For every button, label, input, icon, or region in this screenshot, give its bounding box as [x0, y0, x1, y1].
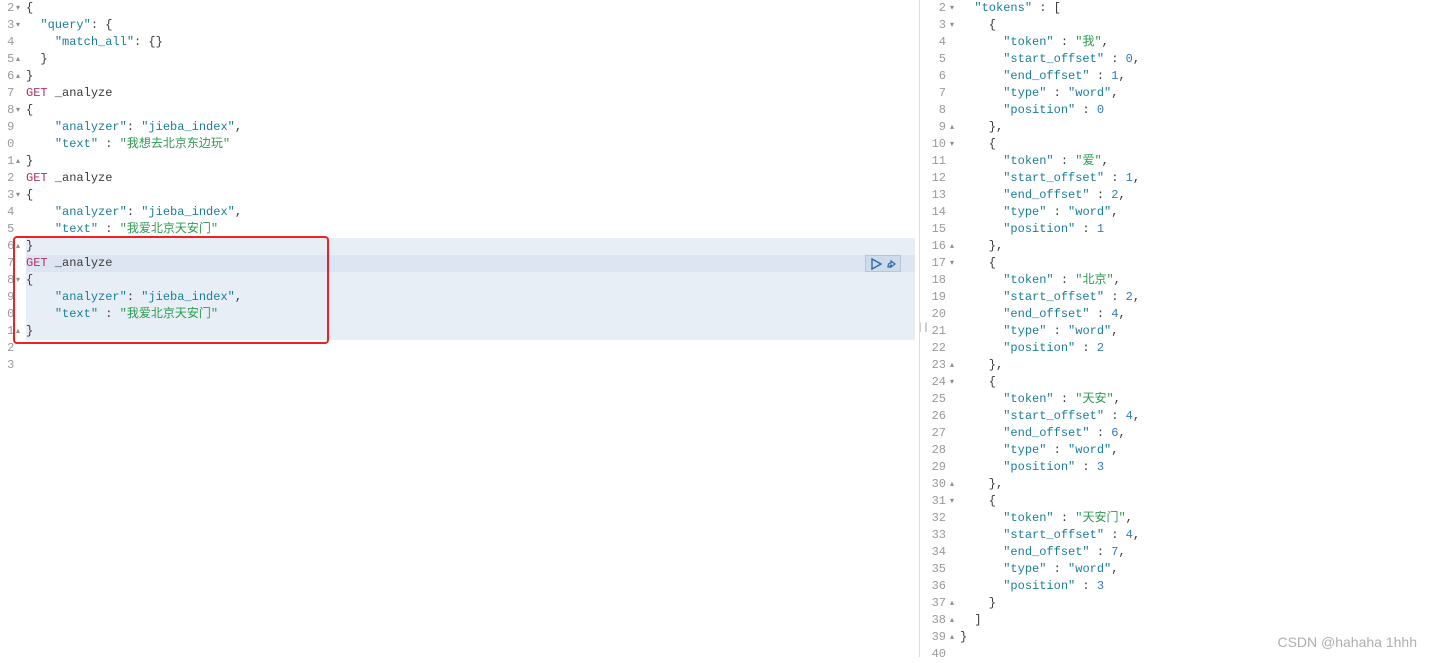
request-action-toolbar: [865, 255, 901, 272]
line-gutter: 2▾3▾45▴6▴78▾901▴23▾456▴78▾901▴23: [0, 0, 22, 374]
request-code[interactable]: { "query": { "match_all": {} }}GET _anal…: [26, 0, 919, 374]
response-code[interactable]: "tokens" : [ { "token" : "我", "start_off…: [960, 0, 1429, 663]
settings-icon[interactable]: [884, 258, 896, 270]
run-request-icon[interactable]: [870, 258, 882, 270]
response-pane[interactable]: 2▾3▾456789▴10▾111213141516▴17▾1819202122…: [926, 0, 1429, 657]
line-gutter: 2▾3▾456789▴10▾111213141516▴17▾1819202122…: [926, 0, 956, 663]
watermark: CSDN @hahaha 1hhh: [1277, 634, 1417, 651]
request-editor-pane[interactable]: 2▾3▾45▴6▴78▾901▴23▾456▴78▾901▴23 { "quer…: [0, 0, 920, 657]
